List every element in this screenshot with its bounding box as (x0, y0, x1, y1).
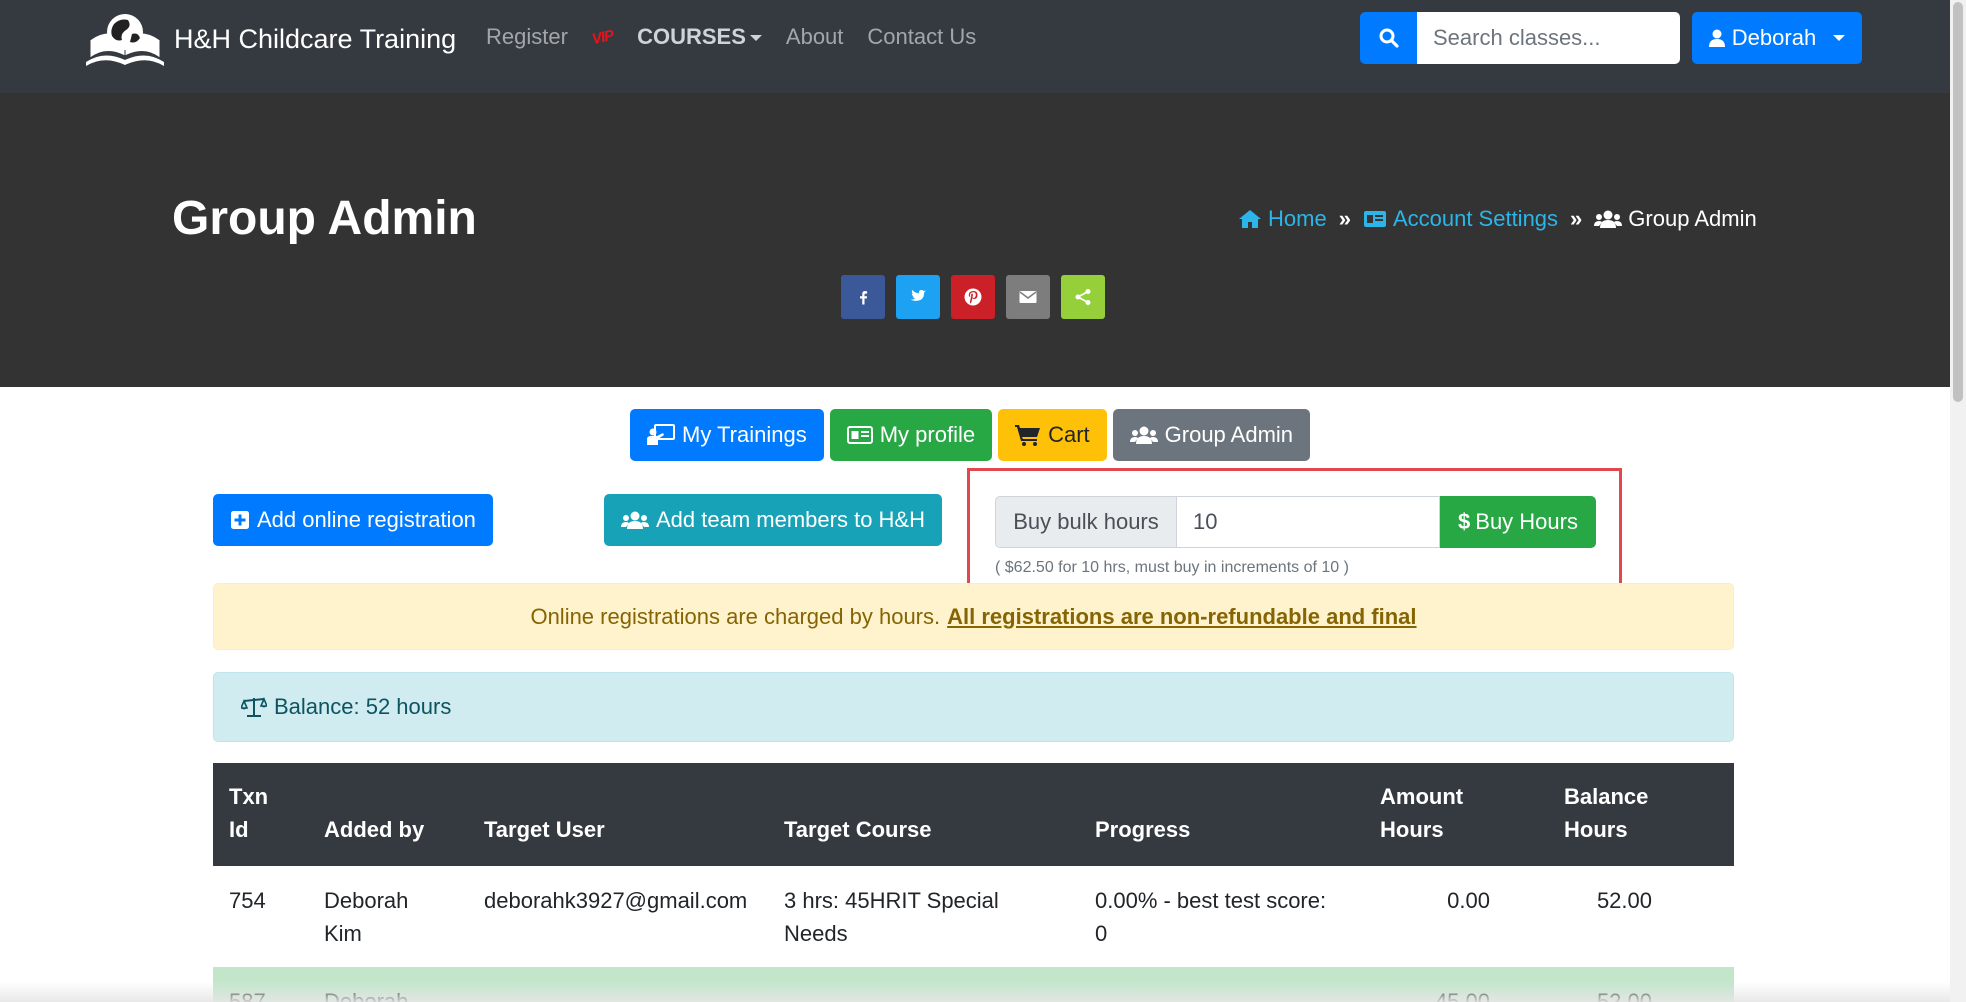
search-input[interactable] (1417, 12, 1680, 64)
brand-name: H&H Childcare Training (174, 23, 457, 54)
non-refundable-link[interactable]: All registrations are non-refundable and… (947, 604, 1416, 630)
col-added-by: Added by (324, 817, 425, 842)
transactions-table: Txn Id Added by Target User Target Course… (213, 763, 1734, 1002)
users-icon (1594, 210, 1623, 228)
double-chevron-right-icon: » (1338, 206, 1351, 231)
tab-my-profile[interactable]: My profile (829, 409, 993, 461)
globe-book-logo-icon (86, 14, 164, 66)
share-buttons (841, 275, 1105, 319)
window-bottom-edge (0, 982, 1950, 1002)
col-txn-id: Txn Id (229, 784, 269, 842)
user-name: Deborah (1731, 25, 1817, 50)
tab-cart-label: Cart (1048, 422, 1090, 447)
search-group (1360, 12, 1680, 64)
dollar-icon: $ (1458, 509, 1471, 534)
cell-progress: 0.00% - best test score: 0 (1095, 888, 1327, 946)
breadcrumb-home[interactable]: Home (1238, 206, 1327, 232)
account-tabs: My Trainings My profile Cart Group Admin (630, 409, 1311, 461)
breadcrumb-account-settings-label: Account Settings (1392, 206, 1559, 231)
buy-bulk-hours-label: Buy bulk hours (995, 496, 1177, 548)
top-navbar: H&H Childcare Training Register VIP COUR… (0, 0, 1950, 93)
buy-hours-input[interactable] (1177, 496, 1440, 548)
tab-group-admin-label: Group Admin (1164, 422, 1294, 447)
buy-hours-note: ( $62.50 for 10 hrs, must buy in increme… (995, 559, 1349, 576)
nav-courses-dropdown[interactable]: COURSES (637, 24, 762, 50)
caret-down-icon (749, 35, 762, 42)
col-target-course: Target Course (784, 817, 932, 842)
brand[interactable]: H&H Childcare Training (84, 10, 456, 68)
breadcrumb-current-label: Group Admin (1628, 206, 1757, 231)
cell-added-by: Deborah Kim (324, 888, 409, 946)
caret-down-icon (1833, 35, 1846, 41)
double-chevron-right-icon: » (1570, 206, 1583, 231)
breadcrumb: Home » Account Settings » Group Admin (1238, 206, 1757, 232)
tab-my-trainings[interactable]: My Trainings (630, 409, 824, 461)
email-share-button[interactable] (1006, 275, 1050, 319)
page-header: Group Admin Home » Account Settings » Gr… (0, 93, 1950, 387)
balance-scale-icon (241, 696, 267, 717)
add-online-registration-button[interactable]: Add online registration (213, 494, 493, 546)
users-icon (621, 511, 649, 529)
nav-register[interactable]: Register (486, 24, 568, 50)
user-icon (1708, 29, 1725, 47)
id-card-icon (846, 426, 873, 444)
nav-courses-label: COURSES (637, 24, 746, 49)
breadcrumb-account-settings[interactable]: Account Settings (1363, 206, 1558, 232)
page-title: Group Admin (172, 192, 477, 245)
nav-vip[interactable]: VIP (590, 26, 614, 47)
breadcrumb-current: Group Admin (1594, 206, 1757, 232)
search-button[interactable] (1360, 12, 1417, 64)
add-online-registration-label: Add online registration (257, 507, 476, 532)
plus-square-icon (231, 511, 249, 529)
users-icon (1129, 426, 1158, 444)
table-header: Txn Id Added by Target User Target Course… (213, 763, 1734, 866)
share-button[interactable] (1061, 275, 1105, 319)
vertical-scrollbar[interactable] (1950, 0, 1966, 1002)
col-balance-hours: Balance Hours (1564, 784, 1649, 842)
col-target-user: Target User (484, 817, 605, 842)
search-icon (1379, 28, 1399, 48)
tab-my-trainings-label: My Trainings (682, 422, 807, 447)
buy-hours-button-label: Buy Hours (1475, 509, 1578, 534)
home-icon (1239, 210, 1261, 228)
buy-hours-highlight: Buy bulk hours $ Buy Hours ( $62.50 for … (967, 468, 1622, 586)
table-row: 754 Deborah Kim deborahk3927@gmail.com 3 … (213, 866, 1734, 967)
cell-target-user: deborahk3927@gmail.com (484, 888, 748, 913)
pinterest-share-button[interactable] (951, 275, 995, 319)
buy-hours-group: Buy bulk hours $ Buy Hours (995, 496, 1596, 548)
col-amount-hours: Amount Hours (1380, 784, 1464, 842)
tab-my-profile-label: My profile (879, 422, 976, 447)
col-progress: Progress (1095, 817, 1191, 842)
add-team-members-label: Add team members to H&H (656, 507, 925, 532)
cell-amount-hours: 0.00 (1447, 888, 1490, 913)
warning-text: Online registrations are charged by hour… (530, 603, 941, 629)
add-team-members-button[interactable]: Add team members to H&H (604, 494, 942, 546)
breadcrumb-home-label: Home (1268, 206, 1327, 231)
facebook-icon (860, 291, 868, 305)
scrollbar-thumb[interactable] (1953, 2, 1963, 402)
shopping-cart-icon (1015, 425, 1041, 446)
id-card-icon (1363, 211, 1386, 227)
twitter-share-button[interactable] (896, 275, 940, 319)
nav-about[interactable]: About (786, 24, 844, 50)
cell-target-course: 3 hrs: 45HRIT Special Needs (784, 888, 999, 946)
share-icon (1075, 289, 1091, 305)
buy-hours-button[interactable]: $ Buy Hours (1440, 496, 1596, 548)
facebook-share-button[interactable] (841, 275, 885, 319)
email-icon (1019, 291, 1037, 303)
chalkboard-teacher-icon (647, 424, 675, 445)
balance-text: Balance: 52 hours (274, 694, 452, 719)
balance-alert: Balance: 52 hours (213, 672, 1734, 742)
tab-group-admin[interactable]: Group Admin (1112, 409, 1311, 461)
tab-cart[interactable]: Cart (998, 409, 1107, 461)
nav-links: Register VIP COURSES About Contact Us (486, 24, 1000, 50)
cell-balance-hours: 52.00 (1596, 888, 1652, 913)
twitter-icon (910, 290, 927, 301)
nav-contact[interactable]: Contact Us (867, 24, 976, 50)
user-menu-button[interactable]: Deborah (1692, 12, 1862, 64)
cell-txn-id: 754 (229, 888, 266, 913)
pinterest-icon (964, 288, 982, 306)
refund-warning-alert: Online registrations are charged by hour… (213, 583, 1734, 650)
